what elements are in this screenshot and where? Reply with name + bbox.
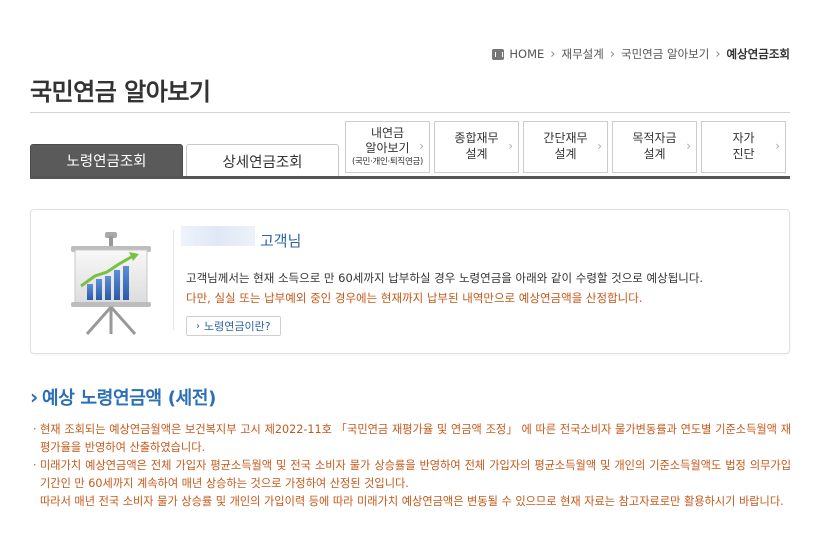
info-divider: [173, 230, 174, 330]
note-continuation: 따라서 매년 전국 소비자 물가 상승률 및 개인의 가입이력 등에 따라 미래…: [40, 495, 784, 508]
chevron-right-icon: ›: [30, 385, 38, 409]
pension-info-box: 고객님 고객님께서는 현재 소득으로 만 60세까지 납부하실 경우 노령연금을…: [30, 209, 790, 354]
subnav-simple-planning[interactable]: 간단재무 설계 ›: [523, 121, 608, 173]
subnav-goal-fund-planning[interactable]: 목적자금 설계 ›: [612, 121, 697, 173]
chevron-right-icon: ›: [775, 139, 780, 154]
customer-name-redacted: [181, 226, 255, 246]
note-item: 현재 조회되는 예상연금월액은 보건복지부 고시 제2022-11호 「국민연금…: [33, 421, 791, 457]
chevron-right-icon: ›: [419, 139, 424, 154]
note-item: 미래가치 예상연금액은 전체 가입자 평균소득월액 및 전국 소비자 물가 상승…: [33, 457, 791, 493]
customer-title: 고객님: [260, 232, 302, 250]
home-icon: [492, 48, 505, 60]
subnav-comprehensive-planning[interactable]: 종합재무 설계 ›: [434, 121, 519, 173]
breadcrumb-home-link[interactable]: HOME: [509, 47, 544, 61]
breadcrumb-current: 예상연금조회: [726, 47, 790, 61]
old-age-pension-info-button[interactable]: › 노령연금이란?: [186, 316, 281, 336]
section-title: › 예상 노령연금액 (세전): [30, 385, 217, 409]
chevron-right-icon: ›: [550, 46, 556, 62]
page-title: 국민연금 알아보기: [30, 78, 211, 106]
chevron-right-icon: ›: [609, 46, 616, 62]
breadcrumb: HOME › 재무설계 › 국민연금 알아보기 › 예상연금조회: [492, 46, 790, 62]
tab-old-age-pension[interactable]: 노령연금조회: [30, 144, 183, 177]
breadcrumb-financial-planning-link[interactable]: 재무설계: [561, 46, 603, 62]
chevron-right-icon: ›: [715, 46, 721, 62]
presentation-chart-icon: [71, 232, 151, 335]
chevron-right-icon: ›: [597, 139, 602, 154]
chevron-right-icon: ›: [686, 139, 691, 154]
breadcrumb-national-pension-link[interactable]: 국민연금 알아보기: [621, 46, 709, 62]
subnav-my-pension[interactable]: 내연금 알아보기 (국민·개인·퇴직연금) ›: [345, 121, 430, 173]
info-description: 고객님께서는 현재 소득으로 만 60세까지 납부하실 경우 노령연금을 아래와…: [186, 271, 704, 285]
chevron-right-icon: ›: [196, 320, 200, 332]
chevron-right-icon: ›: [508, 139, 513, 154]
title-divider: [30, 112, 790, 113]
tab-detailed-pension[interactable]: 상세연금조회: [186, 144, 339, 177]
subnav-self-diagnosis[interactable]: 자가 진단 ›: [701, 121, 786, 173]
info-caution: 다만, 실실 또는 납부예외 중인 경우에는 현재까지 납부된 내역만으로 예상…: [186, 291, 643, 305]
tabs-baseline: [30, 176, 790, 179]
notes-list: 현재 조회되는 예상연금월액은 보건복지부 고시 제2022-11호 「국민연금…: [33, 421, 791, 511]
